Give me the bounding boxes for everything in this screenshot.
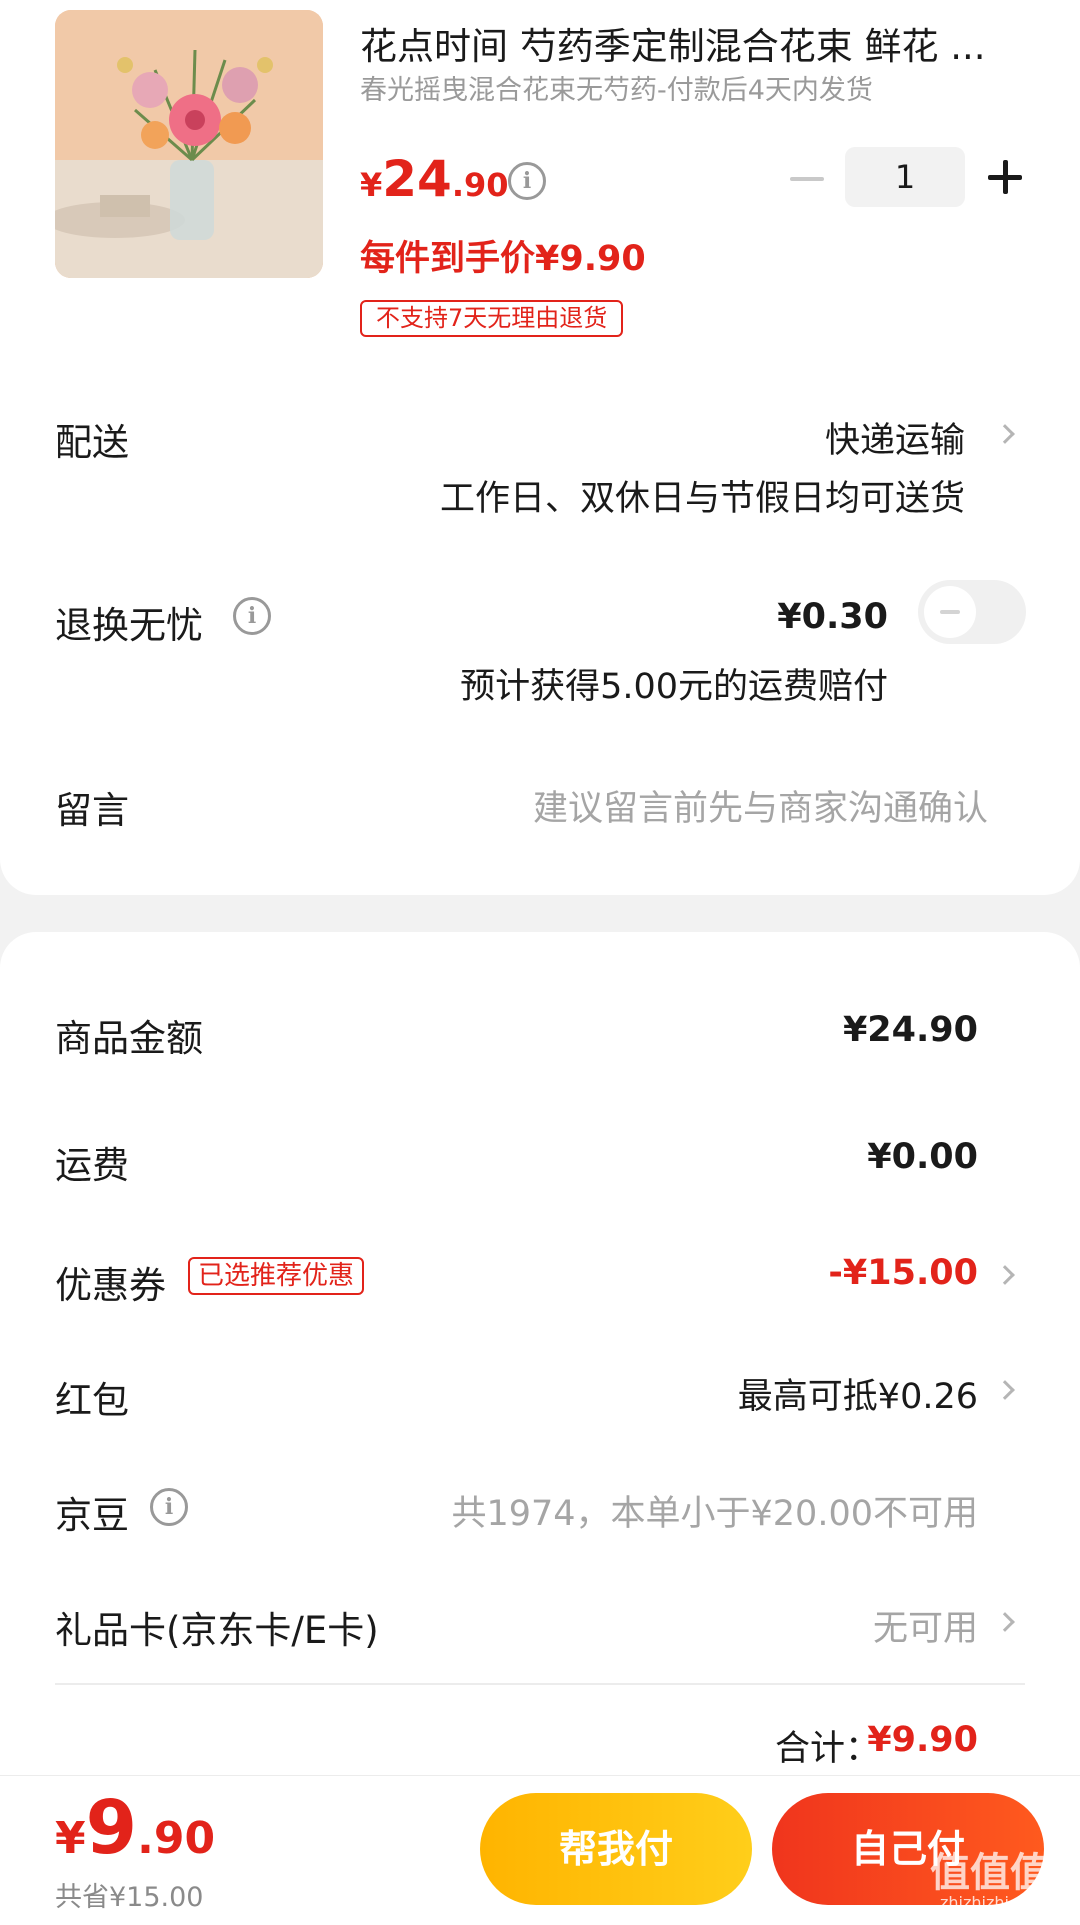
payable-currency: ¥ xyxy=(55,1813,86,1864)
return-insurance-note: 预计获得5.00元的运费赔付 xyxy=(460,667,888,707)
price-integer: 24 xyxy=(382,150,452,208)
message-label: 留言 xyxy=(55,789,129,832)
jingdou-info-icon[interactable]: i xyxy=(150,1488,188,1526)
toggle-knob xyxy=(924,586,976,638)
price-decimal: .90 xyxy=(451,166,509,204)
total-label: 合计： xyxy=(774,1729,880,1769)
jingdou-value: 共1974，本单小于¥20.00不可用 xyxy=(451,1494,978,1534)
return-insurance-info-icon[interactable]: i xyxy=(233,597,271,635)
coupon-selected-badge: 已选推荐优惠 xyxy=(188,1257,365,1295)
red-packet-label: 红包 xyxy=(55,1379,129,1422)
price-info-icon[interactable]: i xyxy=(508,162,546,200)
payable-decimal: .90 xyxy=(137,1813,216,1864)
goods-amount-label: 商品金额 xyxy=(55,1017,203,1060)
return-insurance-toggle[interactable] xyxy=(918,580,1026,644)
total-value: ¥9.90 xyxy=(867,1720,978,1760)
coupon-value[interactable]: -¥15.00 xyxy=(828,1253,978,1293)
saved-amount: 共省¥15.00 xyxy=(55,1882,204,1913)
watermark-url: zhizhizhi.com xyxy=(940,1893,1049,1912)
no-return-badge: 不支持7天无理由退货 xyxy=(360,300,624,337)
gift-card-label: 礼品卡(京东卡/E卡) xyxy=(55,1609,379,1652)
delivery-method[interactable]: 快递运输 xyxy=(825,412,965,463)
product-title[interactable]: 花点时间 芍药季定制混合花束 鲜花 ... xyxy=(360,16,1020,70)
payable-amount: ¥9.90 xyxy=(55,1785,215,1871)
return-insurance-price: ¥0.30 xyxy=(777,597,888,637)
product-variant: 春光摇曳混合花束无芍药-付款后4天内发货 xyxy=(360,75,873,106)
return-insurance-label: 退换无忧 xyxy=(55,604,203,647)
red-packet-value[interactable]: 最高可抵¥0.26 xyxy=(738,1368,978,1419)
product-price: ¥24.90 xyxy=(360,150,509,208)
price-currency: ¥ xyxy=(360,166,383,204)
quantity-decrease-button[interactable] xyxy=(790,177,824,181)
jingdou-label: 京豆 xyxy=(55,1494,129,1537)
delivery-label: 配送 xyxy=(55,421,129,464)
delivery-note: 工作日、双休日与节假日均可送货 xyxy=(439,479,965,519)
quantity-increase-button[interactable] xyxy=(988,160,1022,194)
goods-amount-value: ¥24.90 xyxy=(842,1010,978,1050)
each-arrival-price: 每件到手价¥9.90 xyxy=(360,239,646,279)
shipping-fee-label: 运费 xyxy=(55,1144,129,1187)
watermark-logo: 值值值 xyxy=(930,1850,1050,1896)
quantity-input[interactable]: 1 xyxy=(845,147,965,207)
gift-card-value[interactable]: 无可用 xyxy=(873,1600,978,1651)
coupon-label: 优惠券 xyxy=(55,1264,166,1307)
divider xyxy=(55,1683,1025,1685)
help-me-pay-button[interactable]: 帮我付 xyxy=(480,1793,752,1905)
product-image[interactable] xyxy=(55,10,323,278)
shipping-fee-value: ¥0.00 xyxy=(867,1137,978,1177)
message-input[interactable]: 建议留言前先与商家沟通确认 xyxy=(533,780,988,831)
payable-integer: 9 xyxy=(85,1785,138,1871)
